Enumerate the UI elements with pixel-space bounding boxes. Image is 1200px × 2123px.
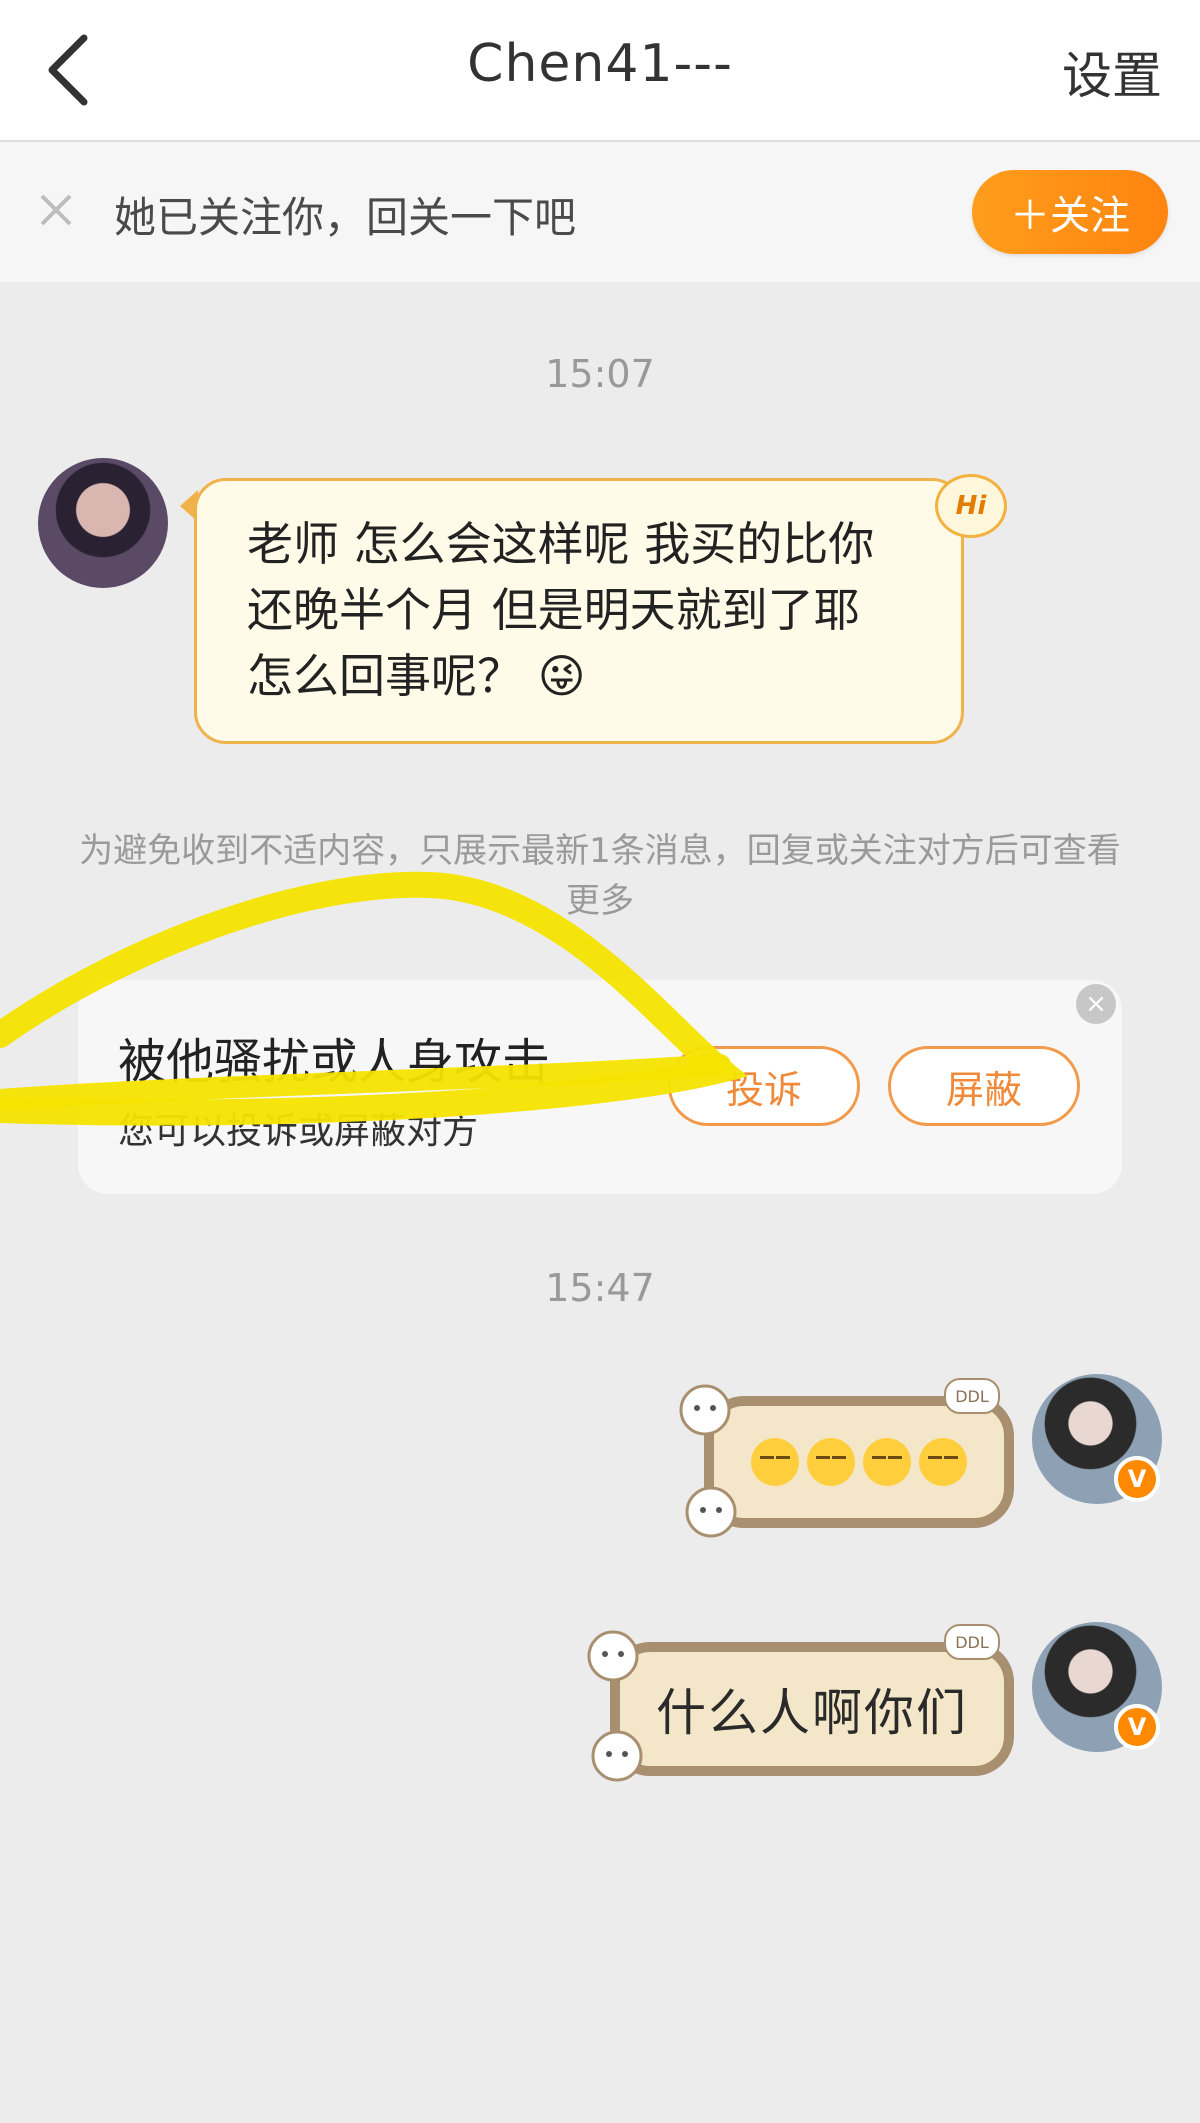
- outgoing-message-bubble[interactable]: [704, 1396, 1014, 1528]
- verified-badge-icon: V: [1114, 1456, 1160, 1502]
- emoji-row: [751, 1438, 967, 1486]
- cat-sticker-icon: [587, 1630, 639, 1682]
- card-close-icon[interactable]: ×: [1076, 984, 1116, 1024]
- hi-sticker-icon: Hi: [935, 474, 1007, 538]
- sleeping-face-icon: [807, 1438, 855, 1486]
- message-timestamp: 15:47: [545, 1266, 655, 1310]
- sender-avatar[interactable]: [38, 458, 168, 588]
- incoming-message-bubble[interactable]: 老师 怎么会这样呢 我买的比你还晚半个月 但是明天就到了耶 怎么回事呢？ 😜: [194, 478, 964, 744]
- report-button[interactable]: 投诉: [668, 1046, 860, 1126]
- outgoing-message-text: 什么人啊你们: [656, 1684, 968, 1742]
- restricted-messages-notice: 为避免收到不适内容，只展示最新1条消息，回复或关注对方后可查看更多: [79, 831, 1121, 921]
- report-card-subtitle: 您可以投诉或屏蔽对方: [118, 1111, 479, 1152]
- top-navigation-bar: Chen41--- 设置: [0, 0, 1200, 142]
- message-timestamp: 15:07: [545, 352, 655, 396]
- chat-title: Chen41---: [467, 34, 733, 94]
- verified-badge-icon: V: [1114, 1704, 1160, 1750]
- cat-sticker-icon: [679, 1384, 731, 1436]
- close-icon[interactable]: [36, 190, 76, 230]
- settings-button[interactable]: 设置: [1062, 36, 1162, 108]
- sleeping-face-icon: [919, 1438, 967, 1486]
- sleeping-face-icon: [751, 1438, 799, 1486]
- outgoing-message-bubble[interactable]: 什么人啊你们: [610, 1642, 1014, 1776]
- ddl-tag-icon: DDL: [944, 1378, 1000, 1414]
- sleeping-face-icon: [863, 1438, 911, 1486]
- follow-button[interactable]: ＋关注: [972, 170, 1168, 254]
- incoming-message-text: 老师 怎么会这样呢 我买的比你还晚半个月 但是明天就到了耶 怎么回事呢？ 😜: [247, 517, 875, 703]
- follow-back-text: 她已关注你，回关一下吧: [114, 193, 577, 242]
- report-card-title: 被他骚扰或人身攻击: [118, 1034, 551, 1090]
- block-button[interactable]: 屏蔽: [888, 1046, 1080, 1126]
- cat-sticker-icon: [685, 1486, 737, 1538]
- ddl-tag-icon: DDL: [944, 1624, 1000, 1660]
- back-arrow-icon[interactable]: [40, 30, 120, 110]
- cat-sticker-icon: [591, 1730, 643, 1782]
